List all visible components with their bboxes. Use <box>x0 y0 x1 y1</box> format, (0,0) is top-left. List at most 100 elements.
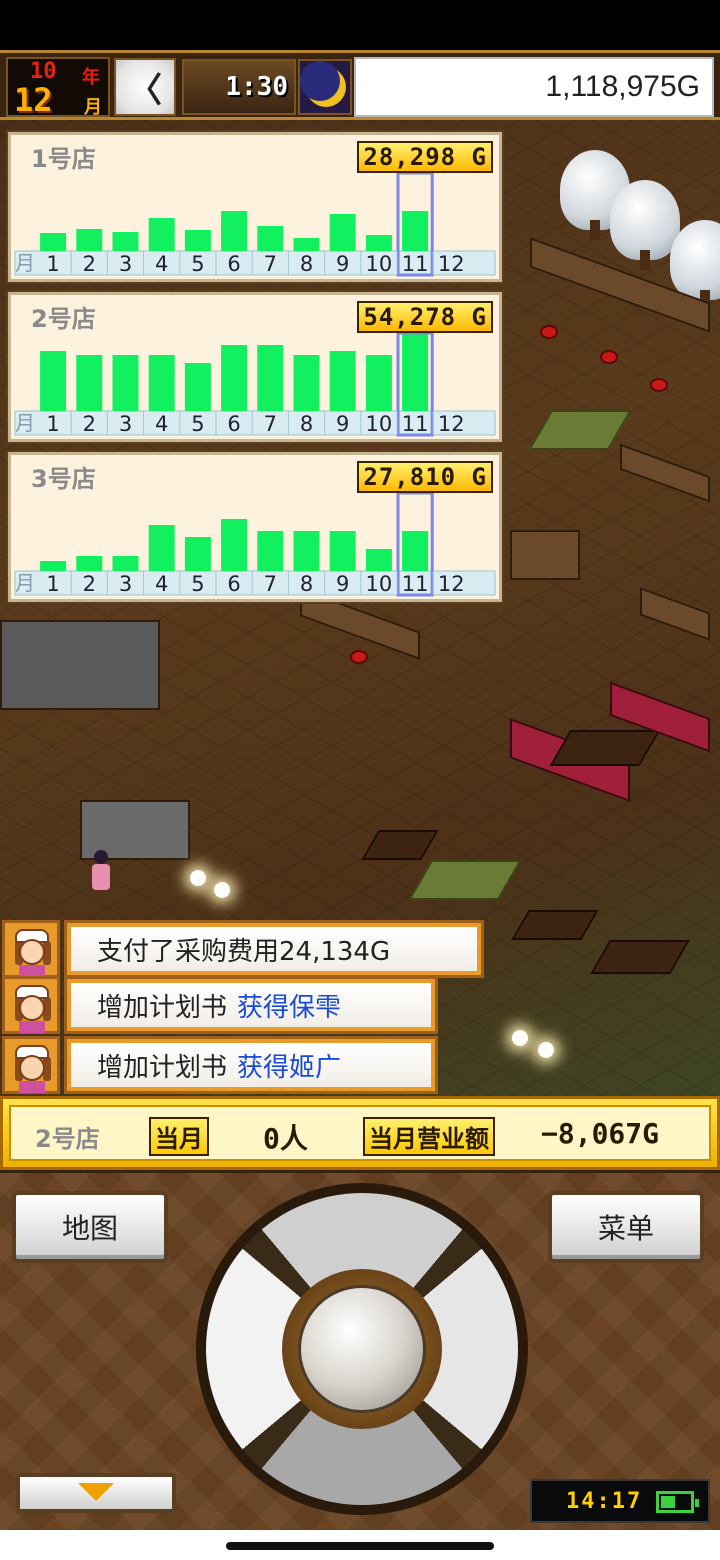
clerk-avatar-icon <box>2 976 60 1034</box>
street-lamp <box>512 1030 528 1046</box>
info-store-name: 2号店 <box>35 1125 100 1153</box>
counter <box>620 443 710 503</box>
tick-label: 5 <box>191 412 204 436</box>
stool <box>540 325 558 339</box>
tick-label: 3 <box>119 252 132 276</box>
table <box>590 940 690 974</box>
bar <box>112 355 139 411</box>
bar <box>221 519 248 571</box>
bar <box>76 355 103 411</box>
store-3-sales-chart: 月 1 2 3 4 5 6 7 8 9 10 11 12 3号店 27,810 G <box>8 452 502 602</box>
tick-label: 11 <box>402 572 429 596</box>
tick-label: 11 <box>402 412 429 436</box>
year-unit: 年 <box>82 67 100 88</box>
message-item[interactable]: 增加计划书 获得姬广 <box>2 1036 438 1094</box>
table-tatami <box>528 410 632 450</box>
tick-label: 9 <box>336 252 349 276</box>
bar <box>148 355 175 411</box>
bar <box>148 218 175 251</box>
chart-title: 2号店 <box>31 305 96 333</box>
message-text: 增加计划书 <box>97 992 228 1023</box>
snowy-tree <box>610 180 680 270</box>
tick-label: 8 <box>300 252 313 276</box>
battery-icon <box>656 1491 699 1513</box>
game-time-text: 1:30 <box>225 72 288 102</box>
bar <box>293 355 320 411</box>
tick-label: 7 <box>264 252 277 276</box>
bar <box>257 226 284 251</box>
tick-label: 3 <box>119 412 132 436</box>
month-axis-label: 月 <box>15 251 35 275</box>
bar <box>40 351 67 411</box>
table <box>511 910 599 940</box>
money-display: 1,118,975G <box>354 57 714 117</box>
menu-button[interactable]: 菜单 <box>548 1191 704 1263</box>
chart-title: 3号店 <box>31 465 96 493</box>
tick-label: 6 <box>227 572 240 596</box>
chart-title: 1号店 <box>31 145 96 173</box>
street-lamp <box>214 882 230 898</box>
clerk-avatar-icon <box>2 1036 60 1094</box>
dpad-center-button[interactable] <box>298 1285 426 1413</box>
tick-label: 5 <box>191 252 204 276</box>
message-box: 增加计划书 获得保雫 <box>64 976 438 1034</box>
bar <box>148 525 175 571</box>
bar <box>293 238 320 251</box>
message-item[interactable]: 支付了采购费用24,134G <box>2 920 484 978</box>
dpad-icon[interactable] <box>196 1183 528 1515</box>
controller-panel: 地图 菜单 14:17 <box>0 1170 720 1530</box>
tick-label: 10 <box>366 572 393 596</box>
tick-label: 6 <box>227 252 240 276</box>
street-lamp <box>190 870 206 886</box>
tick-label: 2 <box>83 572 96 596</box>
bar <box>293 531 320 571</box>
chart-total: 27,810 G <box>357 461 493 493</box>
moon-icon <box>298 59 352 115</box>
tick-label: 10 <box>366 412 393 436</box>
tick-label: 7 <box>264 412 277 436</box>
down-arrow-icon <box>78 1483 114 1501</box>
tick-label: 8 <box>300 412 313 436</box>
message-text: 增加计划书 <box>97 1052 228 1083</box>
home-indicator[interactable] <box>226 1542 494 1550</box>
money-value: 1,118,975G <box>545 70 700 103</box>
tick-label: 9 <box>336 412 349 436</box>
month-unit: 月 <box>84 97 102 118</box>
message-item[interactable]: 增加计划书 获得保雫 <box>2 976 438 1034</box>
message-text: 支付了采购费用24,134G <box>97 936 391 967</box>
system-clock-text: 14:17 <box>566 1488 643 1514</box>
tick-label: 9 <box>336 572 349 596</box>
message-highlight: 获得保雫 <box>237 992 342 1023</box>
down-arrow-button[interactable] <box>16 1473 176 1513</box>
month-value: 12 <box>14 81 53 119</box>
tick-label: 7 <box>264 572 277 596</box>
month-axis-label: 月 <box>15 411 35 435</box>
game-time: 1:30 <box>182 59 296 115</box>
info-revenue-label: 当月营业额 <box>363 1117 495 1156</box>
bar <box>184 363 211 411</box>
tick-label: 12 <box>438 572 465 596</box>
bar <box>221 345 248 411</box>
tick-label: 4 <box>155 572 168 596</box>
system-clock: 14:17 <box>530 1479 710 1523</box>
stool <box>650 378 668 392</box>
month-axis-label: 月 <box>15 571 35 595</box>
bar <box>221 211 248 251</box>
map-button[interactable]: 地图 <box>12 1191 168 1263</box>
customer-sprite <box>90 850 112 894</box>
message-box: 支付了采购费用24,134G <box>64 920 484 978</box>
top-hud: 10 年 12 月 〈 1:30 1,118,975G <box>0 50 720 120</box>
store-info-bar[interactable]: 2号店 当月 0人 当月营业额 −8,067G <box>0 1096 720 1170</box>
chart-total: 54,278 G <box>357 301 493 333</box>
bar <box>329 214 356 251</box>
bar <box>112 232 139 251</box>
tick-label: 6 <box>227 412 240 436</box>
bar <box>76 556 103 571</box>
bar <box>329 351 356 411</box>
tick-label: 3 <box>119 572 132 596</box>
street-lamp <box>538 1042 554 1058</box>
clock-back-icon: 〈 <box>128 70 162 111</box>
bar <box>257 531 284 571</box>
table <box>549 730 661 766</box>
clock-back-button[interactable]: 〈 <box>114 58 176 116</box>
